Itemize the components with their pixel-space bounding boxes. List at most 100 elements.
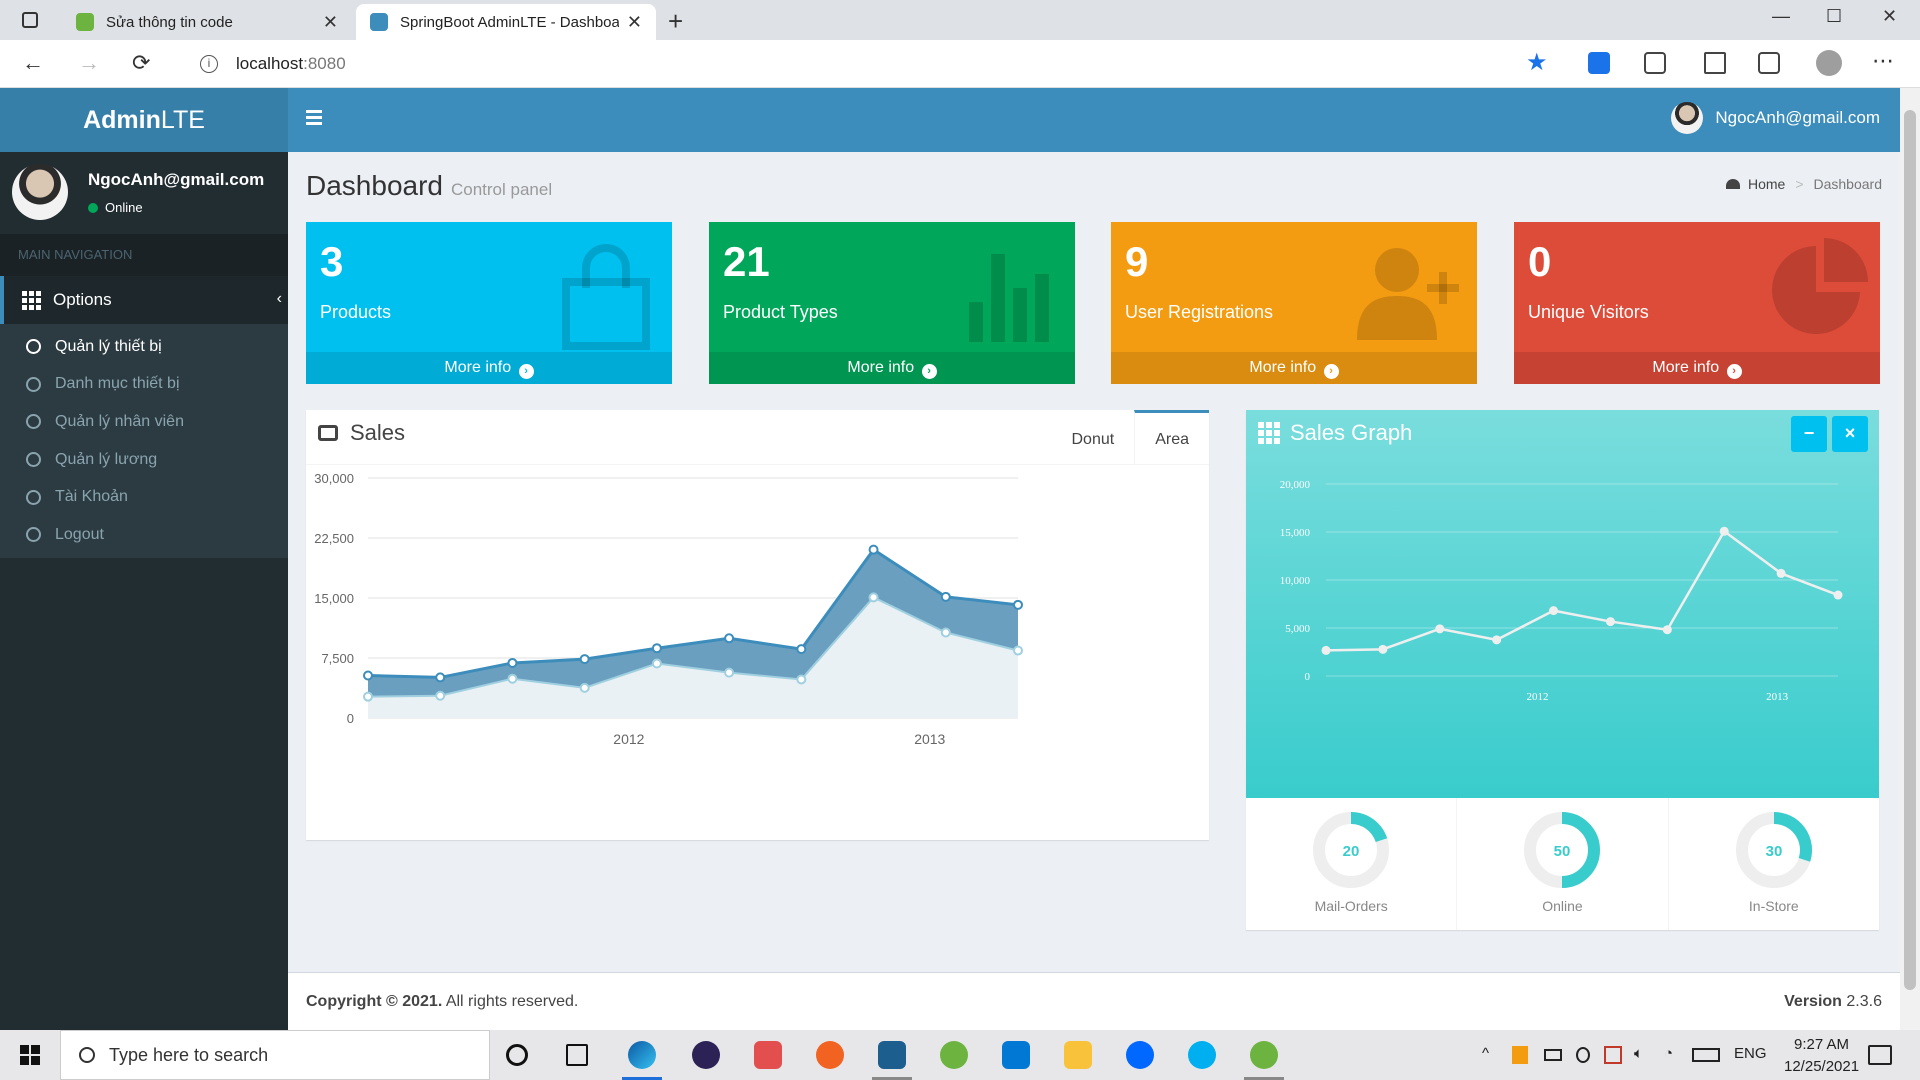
series-line <box>1325 530 1839 652</box>
new-tab-button[interactable]: + <box>668 6 683 37</box>
cortana-icon[interactable] <box>506 1044 528 1066</box>
more-menu-icon[interactable]: ⋯ <box>1872 48 1894 74</box>
eclipse-icon[interactable] <box>692 1041 720 1069</box>
online-dot-icon <box>88 202 98 213</box>
y-tick-label: 0 <box>347 711 354 726</box>
breadcrumb: Home > Dashboard <box>1725 176 1883 192</box>
stat-value: 3 <box>320 238 344 285</box>
volume-icon[interactable]: 🔈︎ <box>1634 1045 1643 1062</box>
avatar <box>1671 102 1704 134</box>
skype-icon[interactable] <box>1188 1041 1216 1069</box>
reload-icon[interactable]: ⟳ <box>132 50 150 76</box>
favorites-icon[interactable] <box>1704 52 1726 74</box>
vscode-icon[interactable] <box>1002 1041 1030 1069</box>
taskbar-clock[interactable]: 9:27 AM 12/25/2021 <box>1784 1034 1859 1078</box>
remove-box-button[interactable]: × <box>1832 416 1868 452</box>
sidebar-item-quan-ly-luong[interactable]: Quản lý lương <box>0 441 288 479</box>
show-hidden-icons-icon[interactable]: ^ <box>1482 1045 1489 1062</box>
sidebar-item-options[interactable]: Options ‹ <box>0 276 288 324</box>
scrollbar-thumb[interactable] <box>1904 110 1916 990</box>
keyboard-icon[interactable] <box>1692 1048 1720 1062</box>
breadcrumb-current: Dashboard <box>1813 176 1883 192</box>
user-menu[interactable]: NgocAnh@gmail.com <box>1671 102 1880 134</box>
sidebar-item-tai-khoan[interactable]: Tài Khoản <box>0 478 288 516</box>
favorite-star-icon[interactable]: ★ <box>1526 48 1548 77</box>
tab-close-icon[interactable]: ✕ <box>323 12 338 33</box>
search-placeholder: Type here to search <box>109 1044 269 1065</box>
arrow-circle-right-icon: › <box>921 364 937 379</box>
url-field[interactable]: i localhost:8080 <box>180 46 1520 82</box>
y-tick-label: 30,000 <box>314 471 354 486</box>
tray-app-icon[interactable] <box>1576 1047 1590 1063</box>
browser-tab-bar: Sửa thông tin code ✕ SpringBoot AdminLTE… <box>0 0 1920 40</box>
more-info-link[interactable]: More info › <box>1111 352 1477 384</box>
spring-tools-icon[interactable] <box>940 1041 968 1069</box>
window-close-button[interactable]: ✕ <box>1882 6 1897 27</box>
y-tick-label: 15,000 <box>314 591 354 606</box>
maximize-button[interactable]: ☐ <box>1826 6 1842 27</box>
taskbar-search-input[interactable]: Type here to search <box>60 1030 490 1080</box>
sales-graph-panel: Sales Graph − × 0 5,000 10,000 15,000 20,000… <box>1246 410 1879 798</box>
sidebar-item-quan-ly-nhan-vien[interactable]: Quản lý nhân viên <box>0 403 288 441</box>
app-logo[interactable]: Admin LTE <box>0 88 288 152</box>
sales-line-chart: 0 5,000 10,000 15,000 20,000 2012 2013 <box>1280 479 1843 703</box>
knob-row: 20 Mail-Orders 50 Online 30 In-Store <box>1246 798 1879 930</box>
tab-title: Sửa thông tin code <box>106 13 233 31</box>
file-explorer-icon[interactable] <box>1064 1041 1092 1069</box>
back-icon[interactable]: ← <box>22 50 44 76</box>
battery-icon[interactable] <box>1544 1049 1562 1061</box>
spring-boot-icon[interactable] <box>1250 1041 1278 1069</box>
language-indicator[interactable]: ENG <box>1734 1045 1767 1062</box>
pie-chart-icon <box>1772 238 1868 334</box>
sidebar-item-danh-muc-thiet-bi[interactable]: Danh mục thiết bị <box>0 366 288 404</box>
extension-icon[interactable] <box>1588 52 1610 74</box>
tab-title: SpringBoot AdminLTE - Dashboard <box>400 13 619 31</box>
minimize-button[interactable]: — <box>1772 6 1790 27</box>
site-info-icon[interactable]: i <box>200 55 218 73</box>
app-icon[interactable] <box>754 1041 782 1069</box>
zalo-icon[interactable] <box>1126 1041 1154 1069</box>
edge-icon[interactable] <box>628 1041 656 1069</box>
tray-app-icon[interactable] <box>1512 1046 1528 1064</box>
knob-online: 50 Online <box>1456 798 1667 930</box>
wifi-icon[interactable]: ◔ <box>1664 1045 1673 1062</box>
profile-icon[interactable] <box>1816 50 1842 76</box>
postman-icon[interactable] <box>816 1041 844 1069</box>
browser-tab-inactive[interactable]: Sửa thông tin code ✕ <box>62 4 352 40</box>
more-info-link[interactable]: More info › <box>306 352 672 384</box>
collections-icon[interactable] <box>1758 52 1780 74</box>
sidebar-item-quan-ly-thiet-bi[interactable]: Quản lý thiết bị <box>0 328 288 366</box>
stat-box-user-registrations: 9 User Registrations More info › <box>1111 222 1477 384</box>
breadcrumb-home[interactable]: Home <box>1748 176 1785 192</box>
y-tick-label: 0 <box>1305 671 1311 683</box>
windows-start-icon[interactable] <box>20 1045 40 1065</box>
tab-donut[interactable]: Donut <box>1052 410 1135 464</box>
page-scrollbar[interactable] <box>1900 88 1920 1030</box>
more-info-label: More info <box>444 359 512 376</box>
tray-app-icon[interactable] <box>1604 1046 1622 1064</box>
series-2-point <box>435 672 446 683</box>
browser-tab-active[interactable]: SpringBoot AdminLTE - Dashboard ✕ <box>356 4 656 40</box>
knob-arc <box>1350 812 1388 843</box>
stat-label: Unique Visitors <box>1528 302 1649 322</box>
stat-box-products: 3 Products More info › <box>306 222 672 384</box>
sidebar-toggle-icon[interactable] <box>306 110 322 128</box>
notifications-icon[interactable] <box>1868 1045 1892 1065</box>
forward-icon[interactable]: → <box>78 50 100 76</box>
more-info-link[interactable]: More info › <box>709 352 1075 384</box>
mysql-workbench-icon[interactable] <box>878 1041 906 1069</box>
minimize-box-button[interactable]: − <box>1791 416 1827 452</box>
circle-icon <box>26 452 41 468</box>
extensions-puzzle-icon[interactable] <box>1644 52 1666 74</box>
task-view-icon[interactable] <box>566 1044 588 1066</box>
tab-area[interactable]: Area <box>1134 410 1209 464</box>
knob-dial: 30 <box>1735 812 1812 888</box>
grid-icon <box>1258 422 1280 444</box>
series-2-point <box>868 544 879 555</box>
tab-actions-icon[interactable] <box>22 12 38 28</box>
more-info-link[interactable]: More info › <box>1514 352 1880 384</box>
tab-close-icon[interactable]: ✕ <box>627 12 642 33</box>
stat-value: 9 <box>1125 238 1149 285</box>
series-point <box>1549 606 1559 616</box>
sidebar-item-logout[interactable]: Logout <box>0 516 288 554</box>
